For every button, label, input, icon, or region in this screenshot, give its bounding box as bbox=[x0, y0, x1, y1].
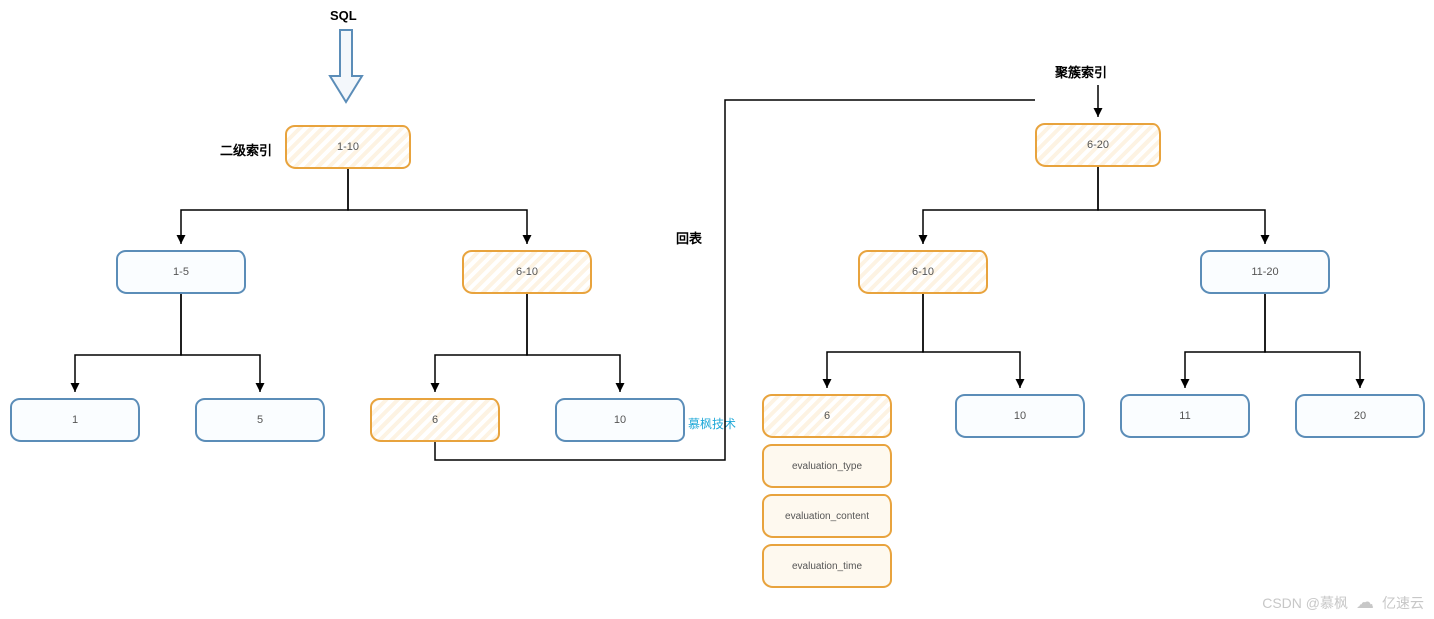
left-l1-right-node: 6-10 bbox=[462, 250, 592, 294]
data-row-type: evaluation_type bbox=[762, 444, 892, 488]
right-root-node: 6-20 bbox=[1035, 123, 1161, 167]
right-l1-right-node: 11-20 bbox=[1200, 250, 1330, 294]
connector-lines bbox=[0, 0, 1434, 619]
data-row-time: evaluation_time bbox=[762, 544, 892, 588]
data-row-content: evaluation_content bbox=[762, 494, 892, 538]
back-to-table-label: 回表 bbox=[676, 228, 702, 247]
right-leaf-6: 6 bbox=[762, 394, 892, 438]
left-leaf-1: 1 bbox=[10, 398, 140, 442]
brand-watermark: 慕枫技术 bbox=[688, 415, 736, 432]
sql-arrow-icon bbox=[328, 28, 364, 104]
clustered-index-label: 聚簇索引 bbox=[1055, 62, 1107, 81]
footer-watermark: CSDN @慕枫 ☁ 亿速云 bbox=[1262, 592, 1424, 613]
left-leaf-5: 5 bbox=[195, 398, 325, 442]
right-leaf-10: 10 bbox=[955, 394, 1085, 438]
left-leaf-6: 6 bbox=[370, 398, 500, 442]
right-l1-left-node: 6-10 bbox=[858, 250, 988, 294]
right-leaf-11: 11 bbox=[1120, 394, 1250, 438]
watermark-author: CSDN @慕枫 bbox=[1262, 593, 1348, 613]
cloud-icon: ☁ bbox=[1356, 592, 1374, 613]
watermark-site: 亿速云 bbox=[1382, 593, 1424, 613]
secondary-index-label: 二级索引 bbox=[220, 140, 272, 159]
left-l1-left-node: 1-5 bbox=[116, 250, 246, 294]
left-root-node: 1-10 bbox=[285, 125, 411, 169]
left-leaf-10: 10 bbox=[555, 398, 685, 442]
right-leaf-20: 20 bbox=[1295, 394, 1425, 438]
sql-label: SQL bbox=[330, 8, 357, 23]
